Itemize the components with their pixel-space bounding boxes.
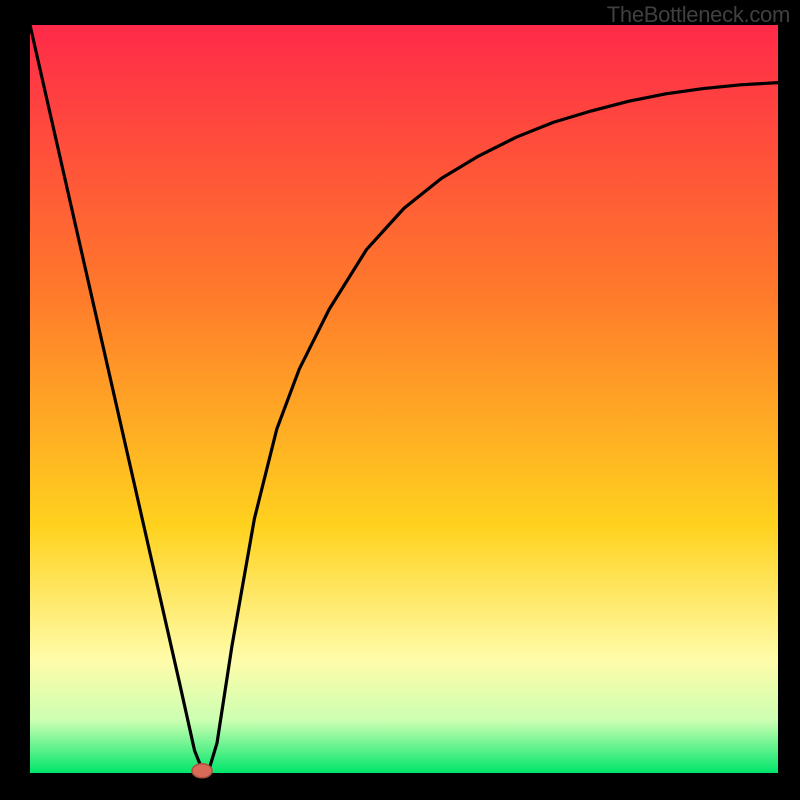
attribution-label: TheBottleneck.com xyxy=(607,2,790,28)
bottleneck-chart xyxy=(0,0,800,800)
optimum-marker xyxy=(192,764,212,778)
chart-stage: TheBottleneck.com xyxy=(0,0,800,800)
plot-background xyxy=(30,25,778,773)
